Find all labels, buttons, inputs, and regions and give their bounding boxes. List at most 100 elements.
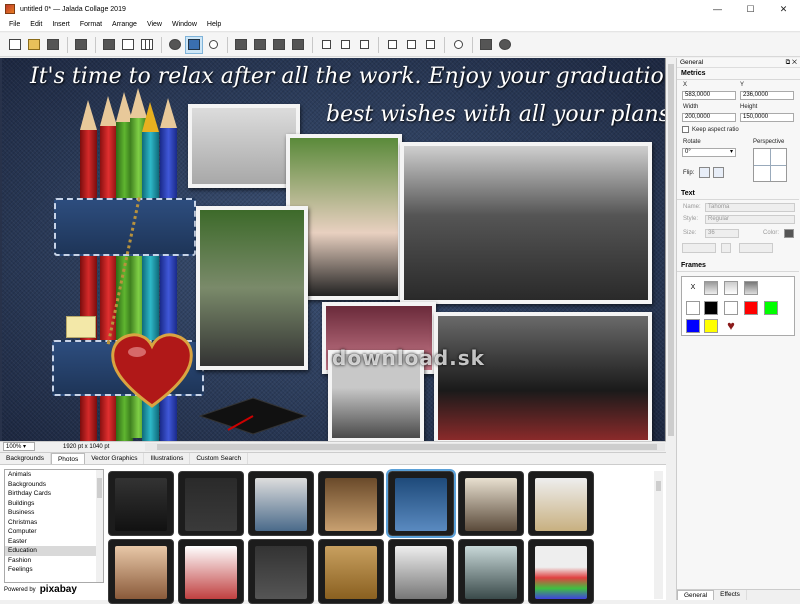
photo-graduate-building[interactable] [188,104,300,188]
bring-front-button[interactable] [232,36,250,54]
zoom-select[interactable]: 100% ▾ [3,442,35,451]
menu-view[interactable]: View [142,21,167,28]
category-item[interactable]: Animals [5,470,103,480]
align-right-button[interactable] [355,36,373,54]
tab-backgrounds[interactable]: Backgrounds [0,453,51,464]
menu-arrange[interactable]: Arrange [107,21,142,28]
photo-thumbnail[interactable] [248,471,314,536]
headline-line-1[interactable]: It's time to relax after all the work. E… [30,64,665,89]
frame-white-2[interactable] [724,301,738,315]
category-list[interactable]: Animals Backgrounds Birthday Cards Build… [4,469,104,583]
tab-photos[interactable]: Photos [50,453,86,464]
pixabay-logo[interactable]: pixabay [40,584,77,595]
flip-horizontal-icon[interactable] [699,167,710,178]
frame-red[interactable] [744,301,758,315]
frame-black[interactable] [704,301,718,315]
insert-image-button[interactable] [100,36,118,54]
category-item-selected[interactable]: Education [5,546,103,556]
x-field[interactable]: 583,0000 [682,91,736,100]
no-frame-button[interactable]: X [686,281,700,295]
category-item[interactable]: Birthday Cards [5,489,103,499]
save-button[interactable] [44,36,62,54]
flip-vertical-icon[interactable] [713,167,724,178]
align-left-button[interactable] [317,36,335,54]
send-backward-button[interactable] [289,36,307,54]
menu-file[interactable]: File [4,21,25,28]
canvas-vertical-scrollbar[interactable] [667,58,675,441]
scroll-thumb[interactable] [656,481,661,491]
text-style-buttons[interactable] [739,243,773,253]
category-item[interactable]: Easter [5,537,103,547]
center-button[interactable] [449,36,467,54]
tab-general[interactable]: General [677,590,715,600]
frame-gradient[interactable] [704,281,718,295]
frame-gray[interactable] [744,281,758,295]
text-color-swatch[interactable] [784,229,794,238]
photo-thumbnail-selected[interactable] [386,469,456,538]
font-size-select[interactable]: 36 [705,229,739,238]
print-button[interactable] [72,36,90,54]
width-field[interactable]: 200,0000 [682,113,736,122]
photo-thumbnail[interactable] [178,471,244,536]
photo-graduate-back[interactable] [196,206,308,370]
photo-diploma-ceremony[interactable] [434,312,652,441]
close-button[interactable]: ✕ [767,0,800,18]
web-button[interactable] [496,36,514,54]
tab-illustrations[interactable]: Illustrations [144,453,191,464]
graduation-cap[interactable] [198,396,308,441]
text-align-buttons[interactable] [682,243,716,253]
height-field[interactable]: 150,0000 [740,113,794,122]
insert-clipart-button[interactable] [166,36,184,54]
send-back-button[interactable] [251,36,269,54]
keep-aspect-checkbox[interactable] [682,126,689,133]
menu-help[interactable]: Help [202,21,226,28]
menu-insert[interactable]: Insert [47,21,75,28]
perspective-grid[interactable] [753,148,787,182]
rotate-select[interactable]: 0° ▾ [682,148,736,157]
scroll-thumb[interactable] [97,478,102,498]
photo-thumbnail[interactable] [108,539,174,604]
category-item[interactable]: Buildings [5,499,103,509]
photo-thumbnail[interactable] [248,539,314,604]
y-field[interactable]: 236,0000 [740,91,794,100]
frame-white[interactable] [686,301,700,315]
headline-line-2[interactable]: best wishes with all your plans! [326,102,665,127]
category-item[interactable]: Feelings [5,565,103,575]
photo-thumbnail[interactable] [388,539,454,604]
frame-heart-icon[interactable]: ♥ [724,319,738,333]
export-button[interactable] [477,36,495,54]
photo-thumbnail[interactable] [318,471,384,536]
frame-light[interactable] [724,281,738,295]
text-valign-button[interactable] [721,243,731,253]
photo-thumbnail[interactable] [318,539,384,604]
maximize-button[interactable]: ☐ [734,0,767,18]
photo-thumbnail[interactable] [458,539,524,604]
tab-effects[interactable]: Effects [714,590,747,600]
photo-thumbnail[interactable] [528,471,594,536]
new-file-button[interactable] [6,36,24,54]
category-item[interactable]: Fashion [5,556,103,566]
photo-thumbnail[interactable] [178,539,244,604]
frame-yellow[interactable] [704,319,718,333]
font-name-select[interactable]: Tahoma [705,203,795,212]
bring-forward-button[interactable] [270,36,288,54]
align-middle-button[interactable] [402,36,420,54]
menu-window[interactable]: Window [167,21,202,28]
open-button[interactable] [25,36,43,54]
panel-controls[interactable]: ⧉ ✕ [786,59,797,67]
thumbnails-scrollbar[interactable] [654,471,663,599]
search-image-button[interactable] [204,36,222,54]
frame-blue[interactable] [686,319,700,333]
frame-green[interactable] [764,301,778,315]
menu-edit[interactable]: Edit [25,21,47,28]
insert-photo-button[interactable] [185,35,203,54]
font-style-select[interactable]: Regular [705,215,795,224]
heart-pendant[interactable] [109,330,195,410]
tab-vector-graphics[interactable]: Vector Graphics [85,453,145,464]
photo-thumbnail[interactable] [108,471,174,536]
scroll-thumb[interactable] [157,444,657,450]
category-item[interactable]: Business [5,508,103,518]
insert-table-button[interactable] [138,36,156,54]
minimize-button[interactable]: — [701,0,734,18]
menu-format[interactable]: Format [75,21,107,28]
